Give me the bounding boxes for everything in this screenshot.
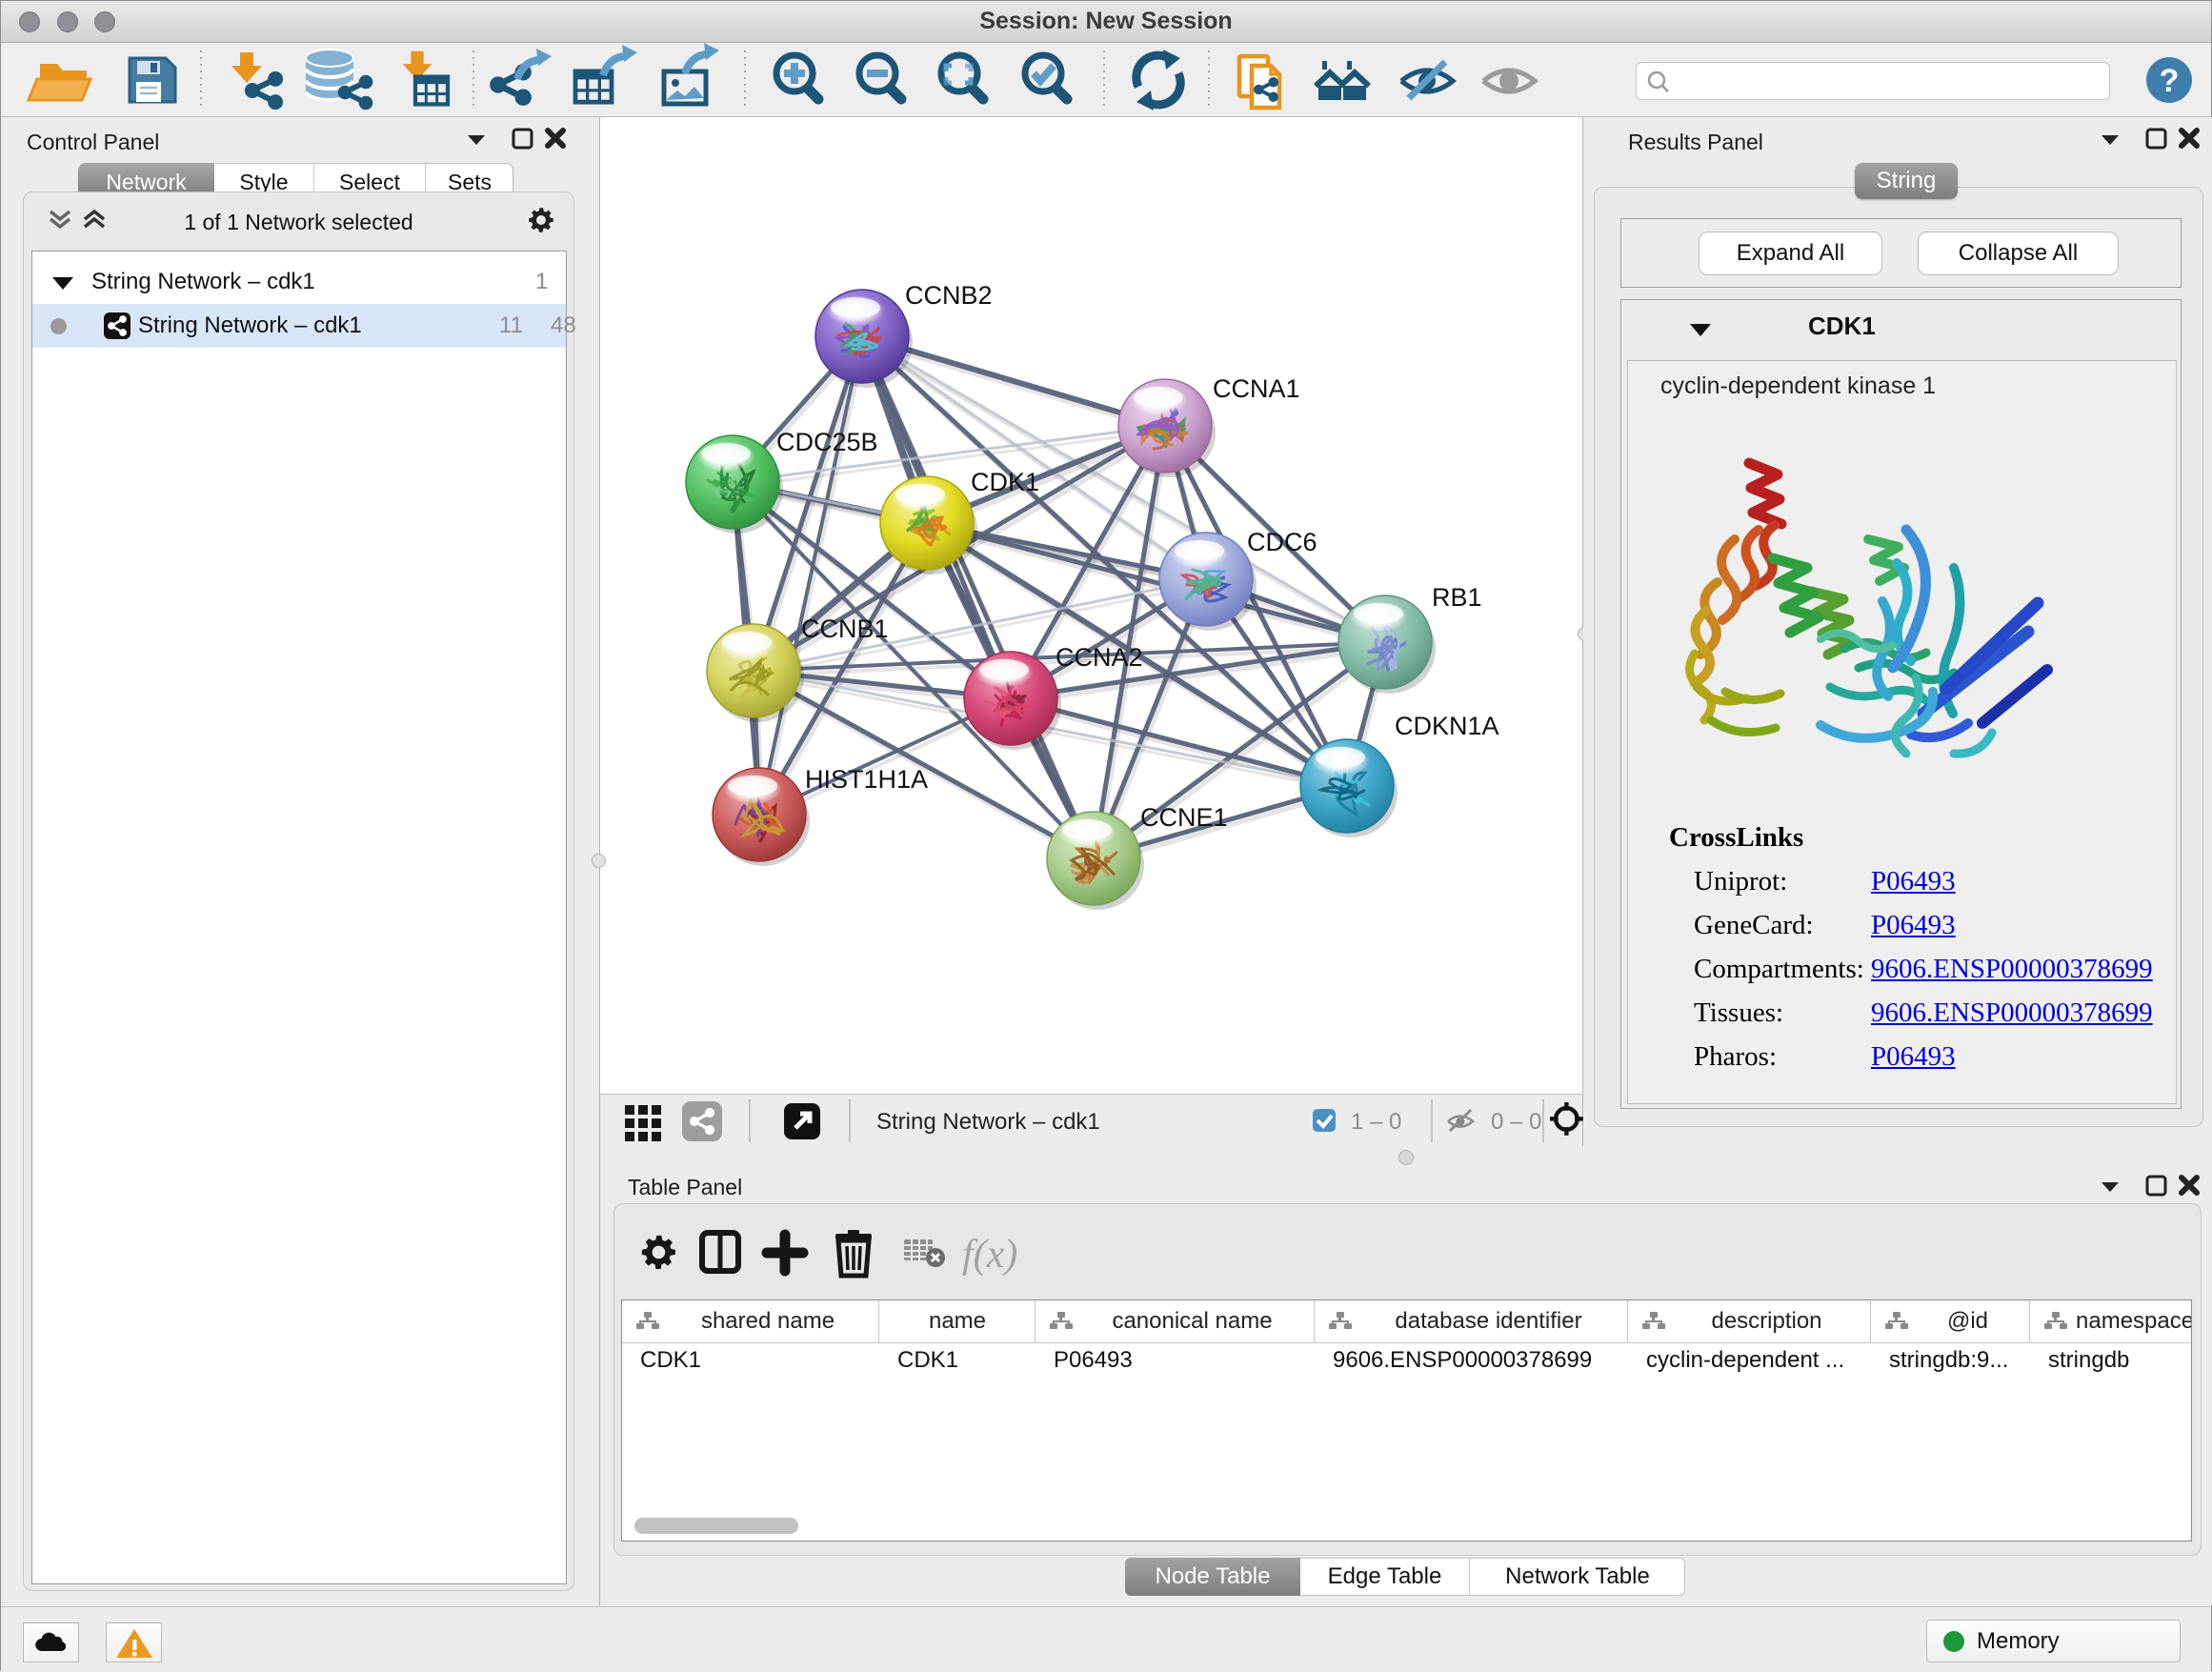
- svg-text:CDK1: CDK1: [971, 468, 1039, 496]
- svg-text:HIST1H1A: HIST1H1A: [805, 765, 928, 794]
- svg-text:CCNA1: CCNA1: [1213, 374, 1300, 403]
- svg-text:String Network – cdk1: String Network – cdk1: [876, 1109, 1100, 1135]
- svg-text:f(x): f(x): [962, 1233, 1017, 1277]
- svg-text:CDC6: CDC6: [1247, 528, 1317, 556]
- svg-text:0 – 0: 0 – 0: [1491, 1109, 1541, 1135]
- svg-text:CCNA2: CCNA2: [1056, 643, 1143, 672]
- svg-text:RB1: RB1: [1432, 583, 1482, 612]
- svg-text:1 – 0: 1 – 0: [1351, 1109, 1401, 1135]
- svg-text:CDKN1A: CDKN1A: [1395, 712, 1499, 740]
- svg-text:CCNB2: CCNB2: [905, 281, 993, 310]
- svg-text:CCNB1: CCNB1: [801, 614, 889, 643]
- svg-text:CCNE1: CCNE1: [1140, 803, 1228, 832]
- svg-text:?: ?: [2160, 63, 2180, 99]
- svg-text:CDC25B: CDC25B: [776, 428, 878, 456]
